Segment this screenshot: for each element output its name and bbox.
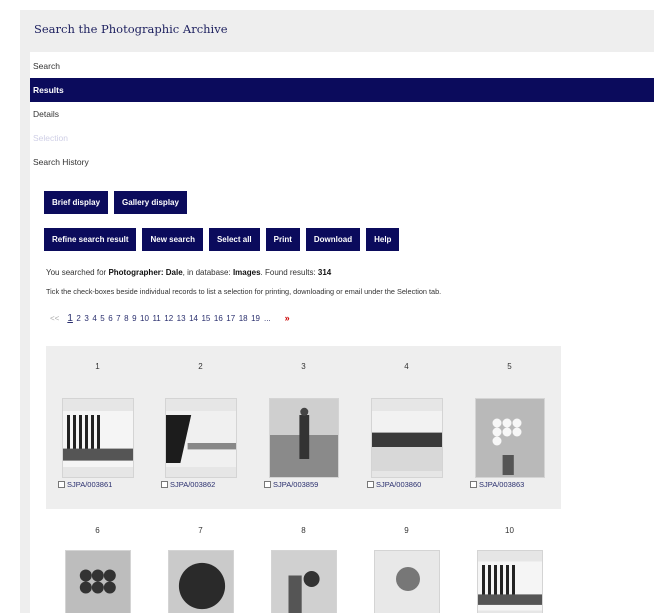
summary-prefix: You searched for [46,268,107,277]
summary-mid: , in database: [182,268,231,277]
page-link[interactable]: 6 [108,314,112,323]
tab-selection: Selection [33,133,68,143]
photo-flower-bouquet[interactable] [64,550,131,613]
summary-results-label: . Found results: [260,268,316,277]
page-title: Search the Photographic Archive [34,22,228,36]
instruction-text: Tick the check-boxes beside individual r… [46,287,442,296]
tab-details[interactable]: Details [30,102,654,126]
gallery-item-select: SJPA/003860 [367,480,421,489]
record-id-link[interactable]: SJPA/003863 [479,480,524,489]
brief-display-button[interactable]: Brief display [44,191,109,214]
select-checkbox[interactable] [367,481,374,488]
print-button[interactable]: Print [265,228,300,251]
page-link[interactable]: 3 [84,314,88,323]
page-header: Search the Photographic Archive [30,10,654,52]
gallery-item-number: 6 [95,526,100,535]
gallery-item-number: 8 [301,526,306,535]
gallery-item-select: SJPA/003862 [161,480,215,489]
gallery-item: 5 SJPA/003863 [458,362,561,489]
page-link[interactable]: 9 [132,314,136,323]
page-link[interactable]: 15 [201,314,210,323]
gallery-item: 8 [252,526,355,613]
select-checkbox[interactable] [58,481,65,488]
help-button[interactable]: Help [366,228,400,251]
photo-tree-foliage[interactable] [167,550,234,613]
photo-child-flowers[interactable] [270,550,337,613]
gallery-item-select: SJPA/003861 [58,480,112,489]
gallery-item-number: 4 [404,362,409,371]
gallery-item: 4 SJPA/003860 [355,362,458,489]
page-link[interactable]: 7 [116,314,120,323]
record-id-link[interactable]: SJPA/003862 [170,480,215,489]
gallery-item-select: SJPA/003863 [470,480,524,489]
summary-database: Images [232,268,261,277]
gallery-item: 6 [46,526,149,613]
select-checkbox[interactable] [264,481,271,488]
new-search-button[interactable]: New search [142,228,203,251]
gallery-item: 2 SJPA/003862 [149,362,252,489]
page-link[interactable]: 19 [251,314,260,323]
gallery-item-select: SJPA/003859 [264,480,318,489]
page-link[interactable]: 13 [177,314,186,323]
prev-page-link[interactable]: << [50,314,59,323]
gallery-grid-row2: 6 7 8 9 10 [46,510,561,613]
page-link[interactable]: 5 [100,314,104,323]
photo-landscape-trees[interactable] [61,398,134,478]
tab-results[interactable]: Results [30,78,654,102]
pager-ellipsis: ... [264,314,271,323]
gallery-item: 3 SJPA/003859 [252,362,355,489]
gallery-item: 7 [149,526,252,613]
gallery-item-number: 5 [507,362,512,371]
page-link[interactable]: 11 [152,314,160,323]
page-link[interactable]: 8 [124,314,128,323]
select-checkbox[interactable] [470,481,477,488]
search-summary: You searched for Photographer: Dale, in … [46,268,331,277]
photo-man-road[interactable] [268,398,339,478]
action-button-row: Refine search result New search Select a… [44,228,400,251]
gallery-item-number: 3 [301,362,306,371]
photo-landscape-trees[interactable] [476,550,543,613]
tab-search[interactable]: Search [30,54,654,78]
next-page-icon[interactable]: » [285,313,290,323]
photo-daisies-vase[interactable] [474,398,545,478]
page-link[interactable]: 4 [92,314,96,323]
gallery-item-number: 1 [95,362,100,371]
gallery-item: 9 [355,526,458,613]
gallery-grid: 1 SJPA/003861 2 SJPA/003862 3 SJPA/003859 4 SJP… [46,346,561,509]
gallery-item: 1 SJPA/003861 [46,362,149,489]
page-link[interactable]: 14 [189,314,198,323]
record-id-link[interactable]: SJPA/003860 [376,480,421,489]
pagination: << 1 2 3 4 5 6 7 8 9 10 11 12 13 14 15 16 17 18 19 ... » [50,313,290,324]
gallery-item-number: 7 [198,526,203,535]
page-link[interactable]: 17 [226,314,235,323]
select-all-button[interactable]: Select all [208,228,260,251]
record-id-link[interactable]: SJPA/003861 [67,480,112,489]
gallery-display-button[interactable]: Gallery display [114,191,187,214]
page-link[interactable]: 12 [164,314,173,323]
summary-count: 314 [317,268,332,277]
page-link[interactable]: 2 [76,314,80,323]
select-checkbox[interactable] [161,481,168,488]
gallery-item: 10 [458,526,561,613]
record-id-link[interactable]: SJPA/003859 [273,480,318,489]
summary-criteria: Photographer: Dale [108,268,183,277]
download-button[interactable]: Download [305,228,361,251]
tab-search-history[interactable]: Search History [30,150,654,174]
page-links: 1 2 3 4 5 6 7 8 9 10 11 12 13 14 15 16 17 18 19 [67,313,260,324]
gallery-item-number: 9 [404,526,409,535]
photo-field-hedge[interactable] [370,398,443,478]
page-link[interactable]: 16 [214,314,223,323]
tab-list: Search Results Details Selection Search … [30,54,654,174]
display-button-row: Brief display Gallery display [44,191,187,214]
refine-search-button[interactable]: Refine search result [44,228,137,251]
page-link[interactable]: 18 [239,314,248,323]
page-link[interactable]: 10 [140,314,149,323]
photo-flower-vase[interactable] [373,550,440,613]
left-rail [20,10,30,613]
gallery-item-number: 10 [505,526,514,535]
page-link[interactable]: 1 [67,313,73,324]
gallery-item-number: 2 [198,362,203,371]
photo-lake-trees[interactable] [164,398,237,478]
